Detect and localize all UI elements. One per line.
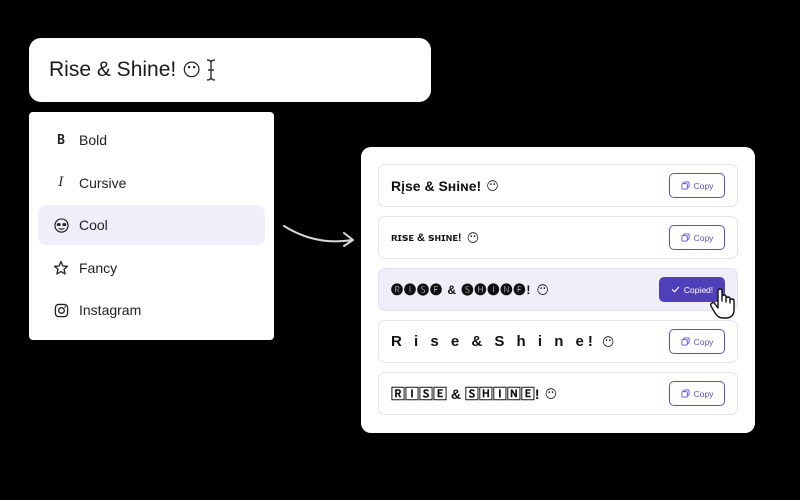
- result-text: ʀɪꜱᴇ & ꜱʜɪɴᴇ!: [391, 232, 462, 244]
- result-text: 🅁🄸🅂🄴 & 🅂🄷🄸🄽🄴!: [391, 385, 540, 402]
- result-text: R i s e & S h i n e!: [391, 333, 597, 350]
- results-panel: Rįse & Sʜiɴe! 😶 Copy ʀɪꜱᴇ & ꜱʜɪɴᴇ! 😶 Cop…: [361, 147, 755, 433]
- bold-icon: B: [57, 132, 65, 148]
- result-emoji: 😶: [601, 334, 615, 349]
- hand-pointer-icon: [709, 288, 735, 319]
- arrow-right-icon: [283, 225, 354, 247]
- menu-item-label: Fancy: [79, 259, 118, 276]
- result-row: Rįse & Sʜiɴe! 😶 Copy: [378, 164, 738, 207]
- menu-item-cursive[interactable]: I Cursive: [38, 163, 265, 203]
- result-row: 🅁🄸🅂🄴 & 🅂🄷🄸🄽🄴! 😶 Copy: [378, 372, 738, 415]
- sunglasses-icon: [53, 217, 69, 233]
- result-text: 🅡🅘🅢🅔 & 🅢🅗🅘🅝🅔!: [391, 283, 532, 297]
- menu-item-label: Cursive: [79, 174, 127, 191]
- text-input[interactable]: Rise & Shine! 😶: [29, 38, 431, 102]
- copy-button-label: Copy: [693, 232, 714, 243]
- menu-item-bold[interactable]: B Bold: [38, 120, 265, 160]
- copy-icon: [681, 233, 690, 242]
- copy-icon: [681, 181, 690, 190]
- copy-button-label: Copy: [693, 388, 714, 399]
- result-row: 🅡🅘🅢🅔 & 🅢🅗🅘🅝🅔! 😶 Copied!: [378, 268, 738, 311]
- copy-icon: [681, 389, 690, 398]
- input-value: Rise & Shine!: [49, 58, 177, 81]
- result-emoji: 😶: [486, 178, 499, 193]
- menu-item-fancy[interactable]: Fancy: [38, 248, 265, 288]
- copy-button[interactable]: Copy: [669, 381, 725, 406]
- instagram-icon: [53, 302, 69, 318]
- text-cursor-icon: [205, 57, 217, 83]
- copy-button[interactable]: Copy: [669, 173, 725, 198]
- result-row: R i s e & S h i n e! 😶 Copy: [378, 320, 738, 363]
- check-icon: [671, 286, 680, 293]
- star-icon: [53, 260, 69, 276]
- copy-icon: [681, 337, 690, 346]
- result-emoji: 😶: [466, 230, 480, 245]
- copy-button[interactable]: Copy: [669, 329, 725, 354]
- copy-button-label: Copy: [693, 180, 714, 191]
- result-row: ʀɪꜱᴇ & ꜱʜɪɴᴇ! 😶 Copy: [378, 216, 738, 259]
- style-menu: B Bold I Cursive Cool Fancy Instagram: [29, 112, 274, 340]
- result-emoji: 😶: [536, 282, 549, 297]
- menu-item-label: Instagram: [79, 302, 142, 318]
- menu-item-instagram[interactable]: Instagram: [38, 290, 265, 330]
- result-emoji: 😶: [544, 386, 558, 401]
- copy-button[interactable]: Copy: [669, 225, 725, 250]
- result-text: Rįse & Sʜiɴe!: [391, 177, 482, 194]
- input-emoji: 😶: [182, 59, 201, 80]
- italic-icon: I: [58, 175, 64, 190]
- menu-item-cool[interactable]: Cool: [38, 205, 265, 245]
- copy-button-label: Copy: [693, 336, 714, 347]
- menu-item-label: Cool: [79, 217, 108, 233]
- menu-item-label: Bold: [79, 132, 108, 148]
